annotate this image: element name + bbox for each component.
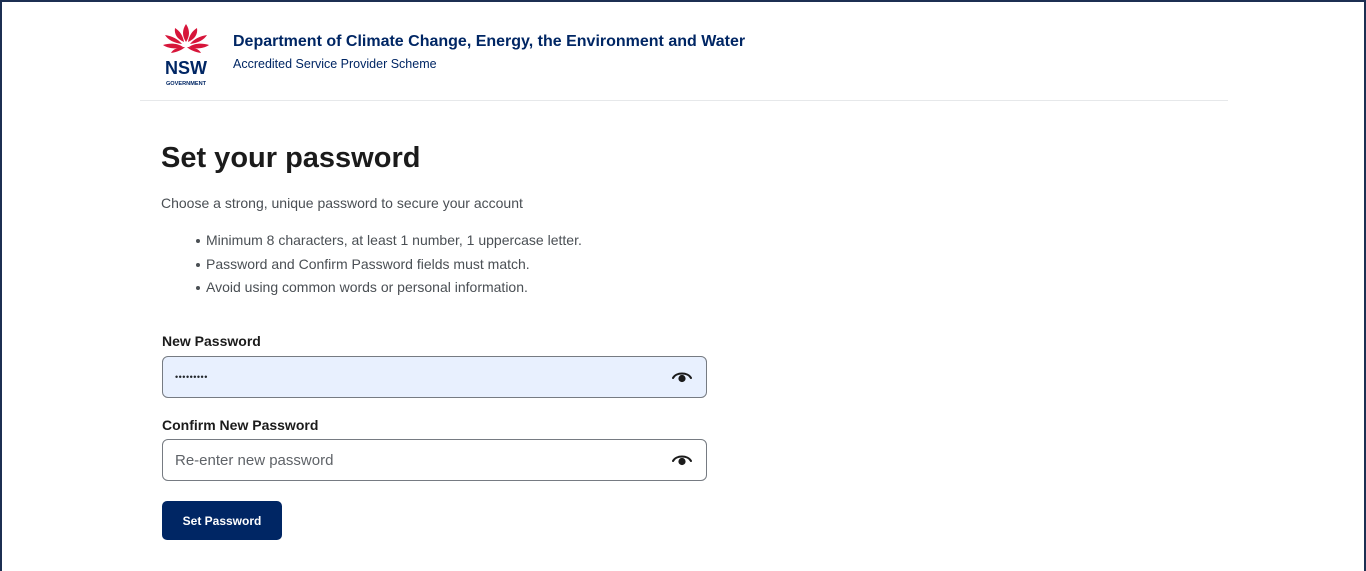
new-password-field-container <box>162 356 707 398</box>
new-password-label: New Password <box>162 333 261 349</box>
password-rule: Password and Confirm Password fields mus… <box>196 256 582 280</box>
eye-icon[interactable] <box>672 370 692 384</box>
confirm-password-label: Confirm New Password <box>162 417 319 433</box>
eye-icon[interactable] <box>672 453 692 467</box>
password-rule: Avoid using common words or personal inf… <box>196 279 582 303</box>
logo-subtext: GOVERNMENT <box>166 81 207 87</box>
nsw-government-logo: NSW GOVERNMENT <box>163 24 209 87</box>
scheme-subtitle: Accredited Service Provider Scheme <box>233 57 437 71</box>
page-title: Set your password <box>161 142 421 174</box>
logo-wordmark: NSW <box>165 58 207 78</box>
department-title: Department of Climate Change, Energy, th… <box>233 33 746 50</box>
password-rules-list: Minimum 8 characters, at least 1 number,… <box>196 232 582 303</box>
site-header: NSW GOVERNMENT Department of Climate Cha… <box>140 0 1228 101</box>
new-password-input[interactable] <box>163 357 653 397</box>
confirm-password-field-container <box>162 439 707 481</box>
password-rule: Minimum 8 characters, at least 1 number,… <box>196 232 582 256</box>
set-password-button[interactable]: Set Password <box>162 501 282 540</box>
confirm-password-input[interactable] <box>163 440 653 480</box>
intro-text: Choose a strong, unique password to secu… <box>161 195 523 211</box>
